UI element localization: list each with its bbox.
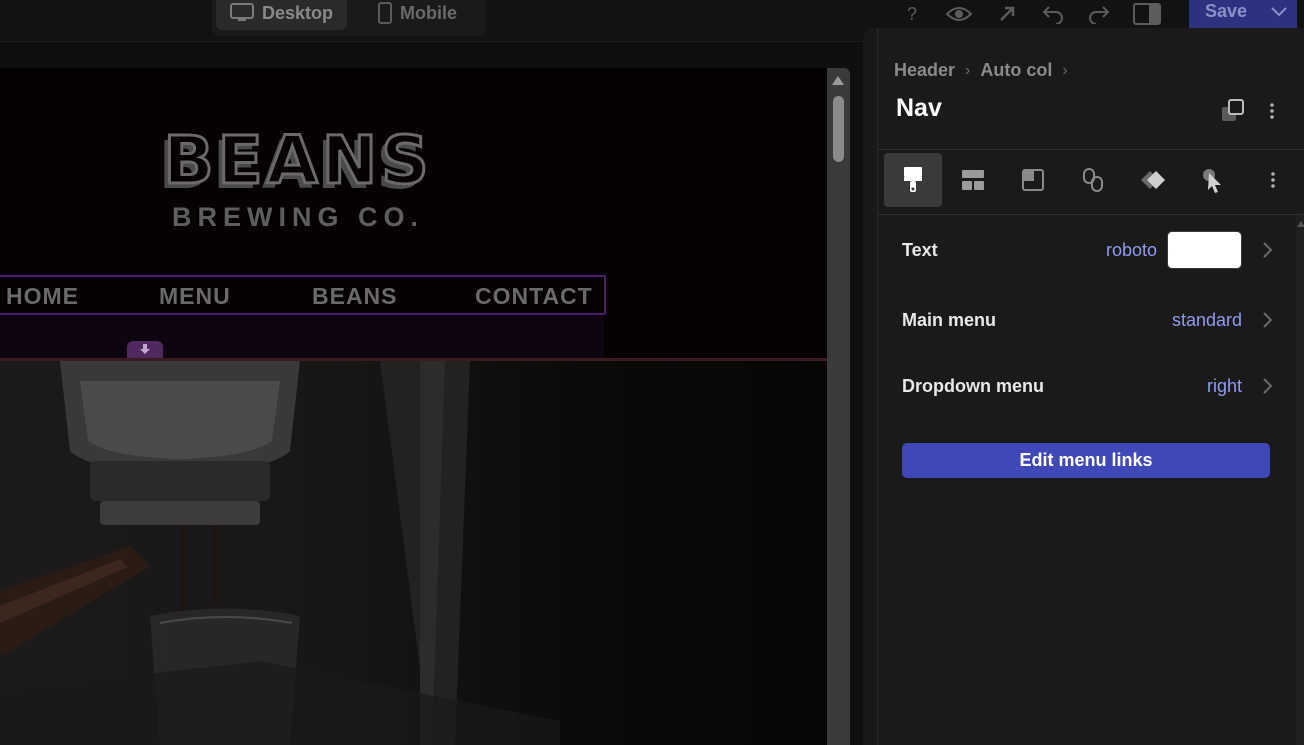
mobile-view-button[interactable]: Mobile <box>364 0 471 30</box>
canvas-scroll-thumb[interactable] <box>833 96 844 162</box>
scroll-up-arrow[interactable] <box>832 76 844 85</box>
tab-style[interactable] <box>884 153 942 207</box>
nav-spacing-area <box>0 315 604 358</box>
nav-selected-element[interactable]: HOME MENU BEANS CONTACT <box>0 275 606 315</box>
panel-title: Nav <box>896 94 942 122</box>
property-dropdown-menu[interactable]: Dropdown menu right <box>902 366 1272 406</box>
nav-link-beans[interactable]: BEANS <box>312 283 398 310</box>
panel-tabs <box>878 149 1304 215</box>
pointer-icon <box>1203 169 1221 193</box>
property-text[interactable]: Text roboto <box>902 230 1272 270</box>
mobile-label: Mobile <box>400 2 457 23</box>
help-icon[interactable]: ? <box>902 0 922 28</box>
logo-wordmark: BEANS <box>162 122 433 199</box>
more-vertical-icon[interactable] <box>1264 98 1280 124</box>
font-value[interactable]: roboto <box>1106 240 1157 261</box>
espresso-machine-image <box>0 361 560 745</box>
property-dropdown-menu-label: Dropdown menu <box>902 375 1044 396</box>
save-button[interactable]: Save <box>1189 1 1265 22</box>
canvas-scrollbar[interactable] <box>827 68 850 745</box>
main-menu-value[interactable]: standard <box>1172 310 1242 331</box>
paintbrush-icon <box>904 167 922 192</box>
breadcrumb-auto-col[interactable]: Auto col <box>980 60 1052 81</box>
sidebar-toggle-icon[interactable] <box>1132 0 1162 28</box>
more-vertical-icon <box>1271 172 1275 188</box>
layout-icon <box>962 170 984 190</box>
breadcrumb-separator-icon: › <box>965 61 971 79</box>
tab-more[interactable] <box>1244 153 1302 207</box>
property-text-label: Text <box>902 239 938 260</box>
redo-icon[interactable] <box>1086 0 1112 28</box>
panel-scroll-up-arrow[interactable] <box>1297 221 1304 227</box>
breadcrumb-header[interactable]: Header <box>894 60 955 81</box>
desktop-label: Desktop <box>262 2 334 23</box>
property-main-menu[interactable]: Main menu standard <box>902 300 1272 340</box>
mobile-icon <box>378 2 392 24</box>
hero-image[interactable] <box>0 361 827 745</box>
site-header[interactable]: BEANS BREWING CO. HOME MENU BEANS CONTAC… <box>0 68 827 358</box>
chevron-right-icon[interactable] <box>1242 312 1272 328</box>
tab-background[interactable] <box>1004 153 1062 207</box>
breadcrumb: Header › Auto col › <box>894 60 1068 81</box>
nav-link-home[interactable]: HOME <box>6 283 79 310</box>
panel-scrollbar[interactable] <box>1296 215 1304 745</box>
external-link-icon[interactable] <box>994 0 1020 28</box>
edit-menu-links-button[interactable]: Edit menu links <box>902 443 1270 478</box>
tab-layout[interactable] <box>944 153 1002 207</box>
property-main-menu-label: Main menu <box>902 309 997 330</box>
panel-body: Header › Auto col › Nav Text roboto Main… <box>877 28 1304 745</box>
chevron-down-icon[interactable] <box>1265 6 1293 17</box>
tab-links[interactable] <box>1064 153 1122 207</box>
undo-icon[interactable] <box>1040 0 1066 28</box>
dropdown-menu-value[interactable]: right <box>1207 376 1242 397</box>
properties-panel: Header › Auto col › Nav Text roboto Main… <box>863 28 1304 745</box>
chevron-right-icon[interactable] <box>1242 242 1272 258</box>
tab-effects[interactable] <box>1124 153 1182 207</box>
arrow-down-icon <box>140 344 150 354</box>
nav-link-menu[interactable]: MENU <box>159 283 231 310</box>
breadcrumb-separator-icon: › <box>1062 61 1068 79</box>
insert-below-handle[interactable] <box>127 341 163 358</box>
link-icon <box>1083 168 1103 192</box>
desktop-icon <box>230 3 254 23</box>
duplicate-icon[interactable] <box>1220 98 1246 124</box>
editor-canvas[interactable]: BEANS BREWING CO. HOME MENU BEANS CONTAC… <box>0 68 827 745</box>
text-color-swatch[interactable] <box>1167 231 1242 269</box>
logo-tagline: BREWING CO. <box>172 202 424 232</box>
chevron-right-icon[interactable] <box>1242 378 1272 394</box>
desktop-view-button[interactable]: Desktop <box>216 0 348 30</box>
nav-link-contact[interactable]: CONTACT <box>475 283 593 310</box>
tab-interactions[interactable] <box>1184 153 1242 207</box>
background-icon <box>1022 169 1044 191</box>
site-logo[interactable]: BEANS BREWING CO. <box>146 122 450 233</box>
effects-icon <box>1141 171 1165 189</box>
eye-icon[interactable] <box>944 0 974 28</box>
device-toggle: Desktop Mobile <box>212 0 486 36</box>
